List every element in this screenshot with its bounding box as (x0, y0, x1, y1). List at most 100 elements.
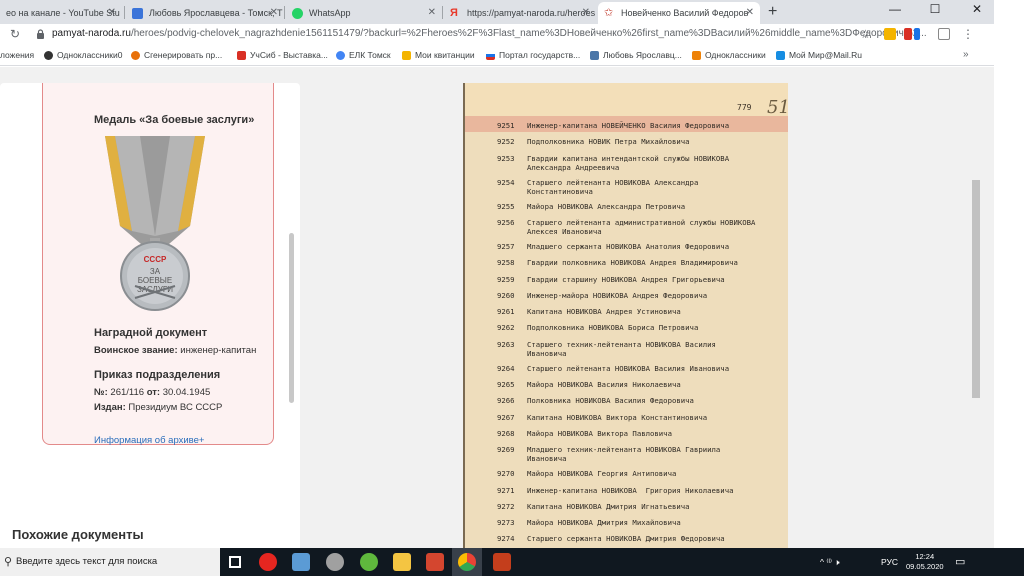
tab-lyubov[interactable]: Любовь Ярославцева - Томск, Т ✕ (126, 2, 284, 24)
powerpoint-icon[interactable] (493, 553, 511, 571)
scan-row-number: 9263 (497, 339, 515, 349)
scan-row-number: 9253 (497, 153, 515, 163)
scan-row-number: 9255 (497, 201, 515, 211)
extension-icon[interactable] (914, 28, 920, 40)
bookmark-label: ЕЛК Томск (349, 50, 391, 60)
maximize-button[interactable]: ☐ (920, 2, 950, 16)
torrent-icon[interactable] (360, 553, 378, 571)
globe-icon (44, 50, 53, 60)
scan-row-number: 9260 (497, 290, 515, 300)
task-view-icon[interactable] (229, 556, 241, 568)
tab-youtube-studio[interactable]: ео на канале - YouTube Stu ✕ (0, 2, 122, 24)
bookmark-item[interactable]: Одноклассники0 (44, 50, 122, 60)
more-bookmarks-icon[interactable]: » (963, 49, 969, 60)
scan-row: 9252 Подполковника НОВИК Петра Михайлович… (497, 137, 690, 146)
bookmark-item[interactable]: Одноклассники (692, 50, 766, 60)
close-window-button[interactable]: ✕ (962, 2, 992, 16)
bookmark-item[interactable]: Сгенерировать пр... (131, 50, 222, 60)
tab-title: Новейченко Василий Федоров (621, 8, 749, 18)
close-tab-icon[interactable]: ✕ (746, 7, 754, 18)
bookmark-label: Портал государств... (499, 50, 581, 60)
scan-row: 9259 Гвардии старшину НОВИКОВА Андрея Гри… (497, 275, 725, 284)
scan-row: 9269 Младшего техник-лейтенанта НОВИКОВА … (497, 445, 720, 463)
minimize-button[interactable]: — (880, 2, 910, 16)
scan-row-text: Майора НОВИКОВА Василия Николаевича (527, 380, 681, 389)
close-tab-icon[interactable]: ✕ (582, 7, 590, 18)
bookmark-item[interactable]: ложения (0, 50, 34, 60)
bookmark-item[interactable]: УчСиб - Выставка... (237, 50, 328, 60)
bookmark-item[interactable]: Любовь Ярославц... (590, 50, 682, 60)
close-tab-icon[interactable]: ✕ (270, 7, 278, 18)
scan-row-number: 9269 (497, 445, 515, 455)
similar-documents-title: Похожие документы (12, 527, 144, 542)
profile-icon[interactable] (938, 28, 950, 40)
medal-image: СССР ЗА БОЕВЫЕ ЗАСЛУГИ (105, 136, 205, 311)
scan-row: 9257 Младшего сержанта НОВИКОВА Анатолия … (497, 242, 729, 251)
notifications-icon[interactable]: ▭ (955, 555, 965, 568)
scan-row-text: Инженер-майора НОВИКОВА Андрея Федорович… (527, 290, 708, 300)
scan-row: 9258 Гвардии полковника НОВИКОВА Андрея В… (497, 258, 738, 267)
search-icon: ⚲ (4, 556, 13, 568)
clock[interactable]: 12:24 09.05.2020 (906, 552, 944, 572)
extension-icon[interactable] (904, 28, 912, 40)
file-explorer-icon[interactable] (393, 553, 411, 571)
clock-date: 09.05.2020 (906, 562, 944, 571)
windows-taskbar: ⚲ Введите здесь текст для поиска ^ ⁽ᴵ⁾ 🕨… (0, 548, 1024, 576)
tray-icons[interactable]: ^ ⁽ᴵ⁾ 🕨 (820, 557, 840, 568)
bookmark-star-icon[interactable]: ☆ (860, 27, 871, 41)
scan-row-number: 9257 (497, 241, 515, 251)
address-input[interactable]: pamyat-naroda.ru/heroes/podvig-chelovek_… (52, 28, 927, 39)
scan-row: 9264 Старшего лейтенанта НОВИКОВА Василия… (497, 364, 729, 373)
scan-row-text: Младшего сержанта НОВИКОВА Анатолия Федо… (527, 241, 730, 251)
taskbar-search[interactable]: ⚲ Введите здесь текст для поиска (0, 548, 220, 576)
scan-row: 9268 Майора НОВИКОВА Виктора Павловича (497, 429, 672, 438)
image-viewer-icon[interactable] (292, 553, 310, 571)
order-number-label: №: (94, 387, 108, 398)
url-path: /heroes/podvig-chelovek_nagrazhdenie1561… (130, 28, 927, 39)
tool-app-icon[interactable] (326, 553, 344, 571)
extension-icon[interactable] (884, 28, 896, 40)
tab-active-pamyat[interactable]: ✩ Новейченко Василий Федоров ✕ (598, 2, 760, 24)
scan-row-text: Майора НОВИКОВА Александра Петровича (527, 201, 686, 211)
office-app-icon[interactable] (426, 553, 444, 571)
scan-row-number: 9251 (497, 121, 515, 130)
card-scrollbar[interactable] (289, 233, 294, 403)
scan-row: 9263 Старшего техник-лейтенанта НОВИКОВА … (497, 340, 716, 358)
scan-row: 9251 Инженер-капитана НОВЕЙЧЕНКО Василия … (497, 121, 729, 130)
star-icon: ✩ (604, 6, 614, 19)
scan-row: 9253 Гвардии капитана интендантской служб… (497, 154, 729, 172)
chrome-icon[interactable] (458, 553, 476, 571)
tab-yandex[interactable]: Я https://pamyat-naroda.ru/heroes ✕ (444, 2, 596, 24)
page-scrollbar-track[interactable] (982, 67, 994, 548)
page-scrollbar-thumb[interactable] (972, 180, 980, 398)
archive-info-link[interactable]: Информация об архиве+ (94, 435, 204, 446)
bookmark-item[interactable]: Мой Мир@Mail.Ru (776, 50, 862, 60)
bookmark-icon (237, 50, 246, 60)
russia-flag-icon (486, 50, 495, 60)
tab-title: https://pamyat-naroda.ru/heroes (467, 8, 596, 18)
bookmark-item[interactable]: ЕЛК Томск (336, 50, 391, 60)
scan-row: 9262 Подполковника НОВИКОВА Бориса Петров… (497, 323, 698, 332)
bookmark-item[interactable]: Портал государств... (486, 50, 580, 60)
menu-icon[interactable]: ⋮ (962, 27, 974, 41)
reload-icon[interactable]: ↻ (10, 27, 20, 41)
screen-margin (994, 0, 1024, 548)
bookmark-label: Мои квитанции (415, 50, 475, 60)
yandex-browser-icon[interactable] (259, 553, 277, 571)
language-indicator[interactable]: РУС (881, 557, 898, 567)
bookmark-item[interactable]: Мои квитанции (402, 50, 475, 60)
scan-row: 9272 Капитана НОВИКОВА Дмитрия Игнатьевич… (497, 502, 690, 511)
scan-page-number: 779 (737, 103, 752, 112)
new-tab-button[interactable]: + (768, 3, 777, 21)
lock-icon[interactable] (36, 29, 45, 39)
rank-label: Воинское звание: (94, 345, 178, 356)
close-tab-icon[interactable]: ✕ (108, 7, 116, 18)
vk-icon (132, 7, 143, 19)
tab-whatsapp[interactable]: WhatsApp ✕ (286, 2, 442, 24)
close-tab-icon[interactable]: ✕ (428, 7, 436, 18)
scan-row-text: Старшего сержанта НОВИКОВА Дмитрия Федор… (527, 534, 725, 544)
bookmark-label: Одноклассники0 (57, 50, 123, 60)
document-scan[interactable]: 779 51 9251 Инженер-капитана НОВЕЙЧЕНКО В… (463, 83, 788, 548)
scan-row-number: 9262 (497, 323, 515, 333)
order-number-field: №: 261/116 от: 30.04.1945 (94, 387, 210, 398)
